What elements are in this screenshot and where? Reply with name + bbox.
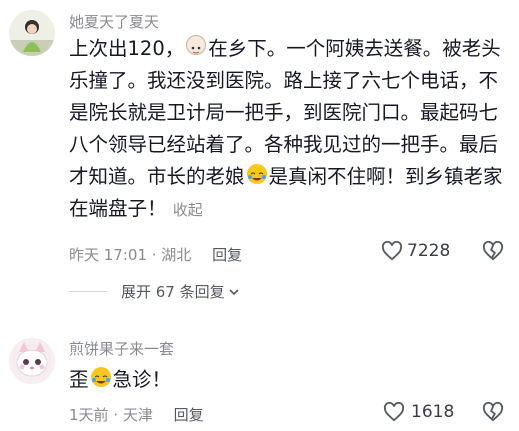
expand-divider [69,291,107,292]
reply-button[interactable]: 回复 [174,406,204,424]
comment-meta: 昨天 17:01 · 湖北 回复 [69,244,242,265]
cat-face-emoji [186,35,207,55]
like-count: 7228 [407,241,451,261]
reply-button[interactable]: 回复 [212,246,242,264]
dislike-button[interactable] [482,401,504,426]
comment-text-part: 歪 [69,368,89,391]
comment-time-location: 昨天 17:01 · 湖北 [69,246,192,264]
broken-heart-icon [482,240,504,261]
comment-text: 上次出120， 在乡下。一个阿姨去送餐。被老头乐撞了。我还没到医院。路上接了六七个… [69,33,509,226]
comment-text-part: 急诊！ [112,368,172,391]
avatar[interactable] [9,338,55,384]
avatar[interactable] [9,10,55,56]
expand-replies-button[interactable]: 展开 67 条回复 [69,281,241,302]
collapse-link[interactable]: 收起 [173,201,203,219]
heart-outline-icon [383,402,405,422]
expand-replies-label: 展开 67 条回复 [121,283,225,301]
like-button[interactable]: 1618 [383,402,454,422]
comment-text-part: 上次出120， [69,37,185,60]
like-button[interactable]: 7228 [381,241,450,261]
like-count: 1618 [411,402,455,422]
chevron-down-icon [229,288,239,295]
comment-username[interactable]: 煎饼果子来一套 [69,338,174,359]
comment-username[interactable]: 她夏天了夏天 [69,11,159,32]
comment-text: 歪急诊！ [69,364,509,396]
crying-laughing-emoji [246,164,267,184]
comment-time-location: 1天前 · 天津 [69,406,153,424]
heart-outline-icon [381,241,403,261]
crying-laughing-emoji [90,367,111,387]
dislike-button[interactable] [482,240,504,265]
broken-heart-icon [482,401,504,422]
comment-meta: 1天前 · 天津 回复 [69,404,204,425]
